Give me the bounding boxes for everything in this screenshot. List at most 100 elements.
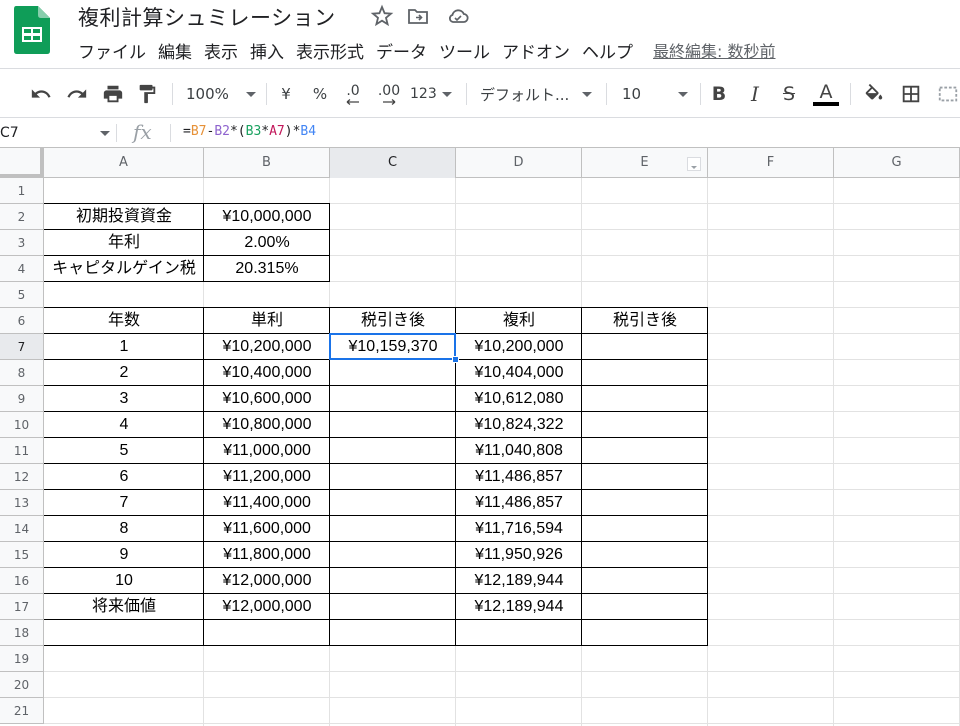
input-value-cell[interactable]: 20.315% <box>204 256 330 282</box>
table-cell[interactable] <box>456 620 582 646</box>
column-header-d[interactable]: D <box>456 148 582 178</box>
table-cell[interactable] <box>330 412 456 438</box>
row-header-19[interactable]: 19 <box>0 646 44 672</box>
row-header-18[interactable]: 18 <box>0 620 44 646</box>
table-cell[interactable]: ¥11,000,000 <box>204 438 330 464</box>
column-header-f[interactable]: F <box>708 148 834 178</box>
menu-tools[interactable]: ツール <box>433 38 496 63</box>
menu-help[interactable]: ヘルプ <box>576 38 639 63</box>
table-cell[interactable]: ¥10,404,000 <box>456 360 582 386</box>
table-cell[interactable] <box>330 386 456 412</box>
input-label-cell[interactable]: 年利 <box>44 230 204 256</box>
row-header-21[interactable]: 21 <box>0 698 44 724</box>
row-header-8[interactable]: 8 <box>0 360 44 386</box>
last-edit-link[interactable]: 最終編集: 数秒前 <box>653 38 775 62</box>
input-label-cell[interactable]: キャピタルゲイン税 <box>44 256 204 282</box>
table-cell[interactable]: ¥11,486,857 <box>456 464 582 490</box>
menu-format[interactable]: 表示形式 <box>290 38 370 63</box>
table-cell[interactable] <box>330 542 456 568</box>
table-cell[interactable] <box>582 542 708 568</box>
bold-button[interactable]: B <box>708 81 730 107</box>
table-header-cell[interactable]: 複利 <box>456 308 582 334</box>
move-to-folder-icon[interactable] <box>406 4 430 28</box>
table-cell[interactable] <box>330 594 456 620</box>
table-cell[interactable]: ¥11,716,594 <box>456 516 582 542</box>
table-cell[interactable]: ¥10,200,000 <box>456 334 582 360</box>
table-cell[interactable] <box>330 490 456 516</box>
merge-cells-icon[interactable] <box>936 81 960 107</box>
table-cell[interactable] <box>582 620 708 646</box>
menu-insert[interactable]: 挿入 <box>244 38 290 63</box>
select-all-corner[interactable] <box>0 148 44 178</box>
fill-handle[interactable] <box>452 356 459 363</box>
table-cell[interactable]: ¥10,612,080 <box>456 386 582 412</box>
table-cell[interactable]: ¥11,200,000 <box>204 464 330 490</box>
table-cell[interactable] <box>582 568 708 594</box>
table-cell[interactable] <box>330 516 456 542</box>
row-header-1[interactable]: 1 <box>0 178 44 204</box>
row-header-15[interactable]: 15 <box>0 542 44 568</box>
table-cell[interactable]: ¥10,200,000 <box>204 334 330 360</box>
column-menu-button[interactable] <box>687 157 701 171</box>
row-header-10[interactable]: 10 <box>0 412 44 438</box>
table-cell[interactable] <box>582 412 708 438</box>
currency-format-button[interactable]: ¥ <box>276 81 296 107</box>
table-cell[interactable]: ¥11,950,926 <box>456 542 582 568</box>
table-header-cell[interactable]: 年数 <box>44 308 204 334</box>
input-value-cell[interactable]: ¥10,000,000 <box>204 204 330 230</box>
percent-format-button[interactable]: % <box>310 81 330 107</box>
print-icon[interactable] <box>100 81 126 107</box>
table-cell[interactable]: 3 <box>44 386 204 412</box>
table-cell[interactable]: ¥10,600,000 <box>204 386 330 412</box>
table-cell[interactable]: ¥11,486,857 <box>456 490 582 516</box>
table-cell[interactable] <box>582 438 708 464</box>
table-cell[interactable] <box>582 334 708 360</box>
row-header-5[interactable]: 5 <box>0 282 44 308</box>
formula-input[interactable]: =B7-B2*(B3*A7)*B4 <box>183 124 316 139</box>
table-cell[interactable]: ¥11,400,000 <box>204 490 330 516</box>
menu-edit[interactable]: 編集 <box>152 38 198 63</box>
table-cell[interactable]: 10 <box>44 568 204 594</box>
star-icon[interactable] <box>370 4 394 28</box>
menu-data[interactable]: データ <box>370 38 433 63</box>
table-cell[interactable]: ¥11,600,000 <box>204 516 330 542</box>
document-title[interactable]: 複利計算シュミレーション <box>78 2 336 32</box>
table-cell[interactable] <box>330 568 456 594</box>
table-cell[interactable] <box>204 620 330 646</box>
row-header-20[interactable]: 20 <box>0 672 44 698</box>
table-cell[interactable] <box>582 490 708 516</box>
table-header-cell[interactable]: 税引き後 <box>582 308 708 334</box>
table-cell[interactable] <box>582 594 708 620</box>
table-cell[interactable]: 9 <box>44 542 204 568</box>
font-size-select[interactable]: 10 <box>622 81 688 107</box>
redo-icon[interactable] <box>64 81 90 107</box>
table-cell[interactable]: 2 <box>44 360 204 386</box>
table-header-cell[interactable]: 税引き後 <box>330 308 456 334</box>
table-cell[interactable]: ¥11,040,808 <box>456 438 582 464</box>
menu-file[interactable]: ファイル <box>72 38 152 63</box>
strikethrough-button[interactable]: S <box>778 81 800 107</box>
table-cell[interactable]: ¥10,400,000 <box>204 360 330 386</box>
paint-format-icon[interactable] <box>134 81 160 107</box>
undo-icon[interactable] <box>28 81 54 107</box>
table-cell[interactable]: 1 <box>44 334 204 360</box>
table-cell[interactable] <box>330 464 456 490</box>
column-header-b[interactable]: B <box>204 148 330 178</box>
name-box[interactable]: C7 <box>0 118 112 148</box>
borders-icon[interactable] <box>898 81 924 107</box>
column-header-g[interactable]: G <box>834 148 960 178</box>
table-cell[interactable]: 将来価値 <box>44 594 204 620</box>
chevron-down-icon[interactable] <box>100 131 110 136</box>
table-cell[interactable]: 6 <box>44 464 204 490</box>
table-cell[interactable]: ¥12,000,000 <box>204 594 330 620</box>
zoom-select[interactable]: 100% <box>186 81 256 107</box>
cloud-saved-icon[interactable] <box>446 4 470 28</box>
table-cell[interactable] <box>330 438 456 464</box>
increase-decimal-button[interactable]: .00 <box>374 81 404 107</box>
row-header-6[interactable]: 6 <box>0 308 44 334</box>
table-cell[interactable]: ¥12,189,944 <box>456 594 582 620</box>
table-cell[interactable]: ¥12,000,000 <box>204 568 330 594</box>
row-header-16[interactable]: 16 <box>0 568 44 594</box>
table-cell[interactable]: 5 <box>44 438 204 464</box>
table-cell[interactable] <box>44 620 204 646</box>
